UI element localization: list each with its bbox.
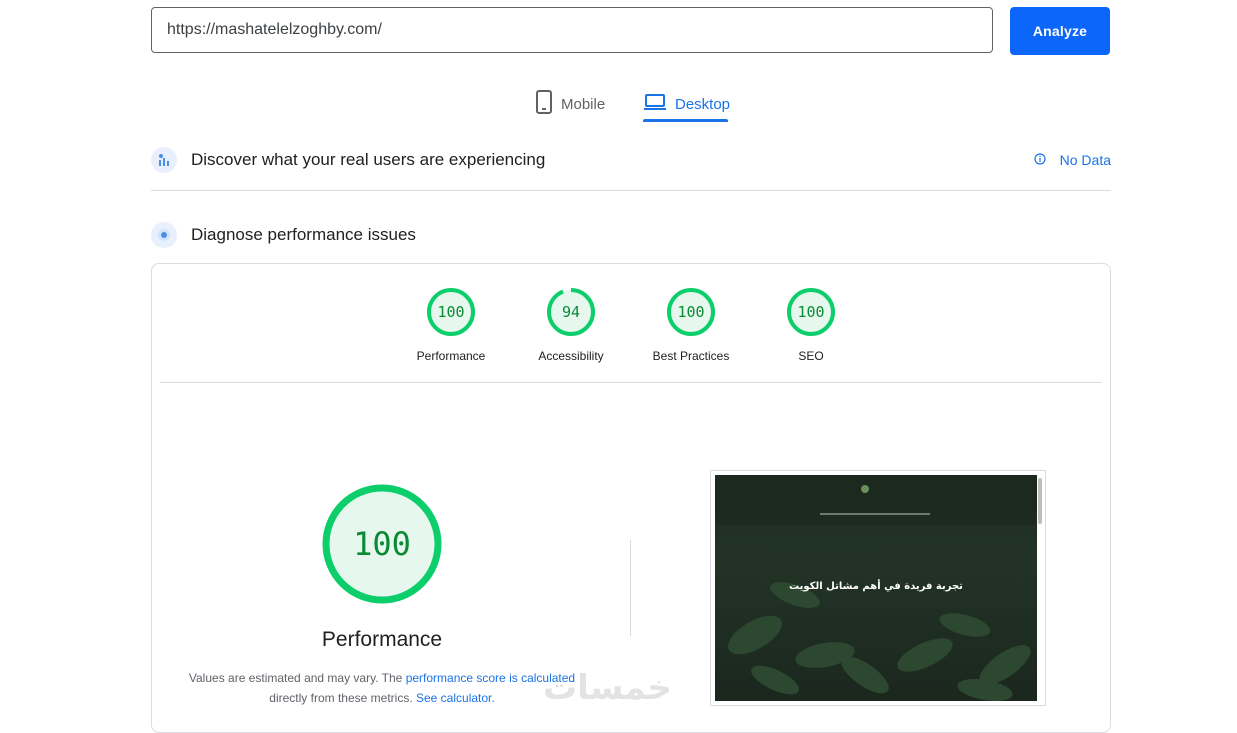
diagnose-icon [151, 222, 177, 248]
score-gauge-best-practices[interactable]: 100 Best Practices [636, 287, 746, 363]
info-icon [1034, 152, 1046, 168]
note-text-2: directly from these metrics. [269, 691, 413, 705]
field-data-section: Discover what your real users are experi… [151, 147, 1111, 173]
score-value: 100 [797, 303, 825, 321]
score-gauge-performance[interactable]: 100 Performance [396, 287, 506, 363]
url-input[interactable]: https://mashatelelzoghby.com/ [151, 7, 993, 53]
no-data-label: No Data [1059, 152, 1111, 168]
score-value: 100 [677, 303, 705, 321]
phone-icon [535, 90, 553, 118]
score-value: 100 [437, 303, 465, 321]
laptop-icon [643, 93, 667, 115]
users-chart-icon [151, 147, 177, 173]
score-gauge-seo[interactable]: 100 SEO [756, 287, 866, 363]
scores-divider [160, 382, 1102, 383]
score-label: Best Practices [652, 349, 730, 363]
score-value: 94 [561, 303, 581, 321]
performance-note: Values are estimated and may vary. The p… [182, 668, 582, 708]
no-data-status[interactable]: No Data [1034, 152, 1111, 168]
performance-big-score: 100 [353, 525, 411, 563]
score-ring: 100 [666, 287, 716, 337]
tab-mobile-label: Mobile [561, 95, 606, 113]
tab-desktop[interactable]: Desktop [643, 86, 730, 122]
score-label: Performance [416, 349, 486, 363]
screenshot-scrollbar [1038, 478, 1042, 524]
lab-section-title: Diagnose performance issues [191, 225, 416, 244]
url-input-value: https://mashatelelzoghby.com/ [167, 21, 382, 38]
score-label: SEO [798, 349, 824, 363]
score-label: Accessibility [538, 349, 604, 363]
analyze-button[interactable]: Analyze [1010, 7, 1110, 55]
page-screenshot: تجربة فريدة في أهم مشاتل الكويت [715, 475, 1037, 701]
lab-section: Diagnose performance issues [151, 222, 1111, 248]
score-ring: 100 [786, 287, 836, 337]
section-divider [151, 190, 1111, 191]
screenshot-headline: تجربة فريدة في أهم مشاتل الكويت [789, 581, 963, 592]
score-ring: 100 [426, 287, 476, 337]
field-data-title: Discover what your real users are experi… [191, 150, 546, 169]
score-gauge-accessibility[interactable]: 94 Accessibility [516, 287, 626, 363]
see-calculator-link[interactable]: See calculator. [416, 691, 495, 705]
vertical-divider [630, 540, 631, 636]
watermark-logo: خمسات [543, 668, 672, 708]
tab-selected-indicator [643, 119, 728, 122]
performance-title: Performance [321, 628, 443, 651]
score-ring: 94 [546, 287, 596, 337]
tab-mobile[interactable]: Mobile [535, 86, 605, 122]
tab-desktop-label: Desktop [675, 95, 731, 113]
note-text-1: Values are estimated and may vary. The [188, 671, 403, 685]
